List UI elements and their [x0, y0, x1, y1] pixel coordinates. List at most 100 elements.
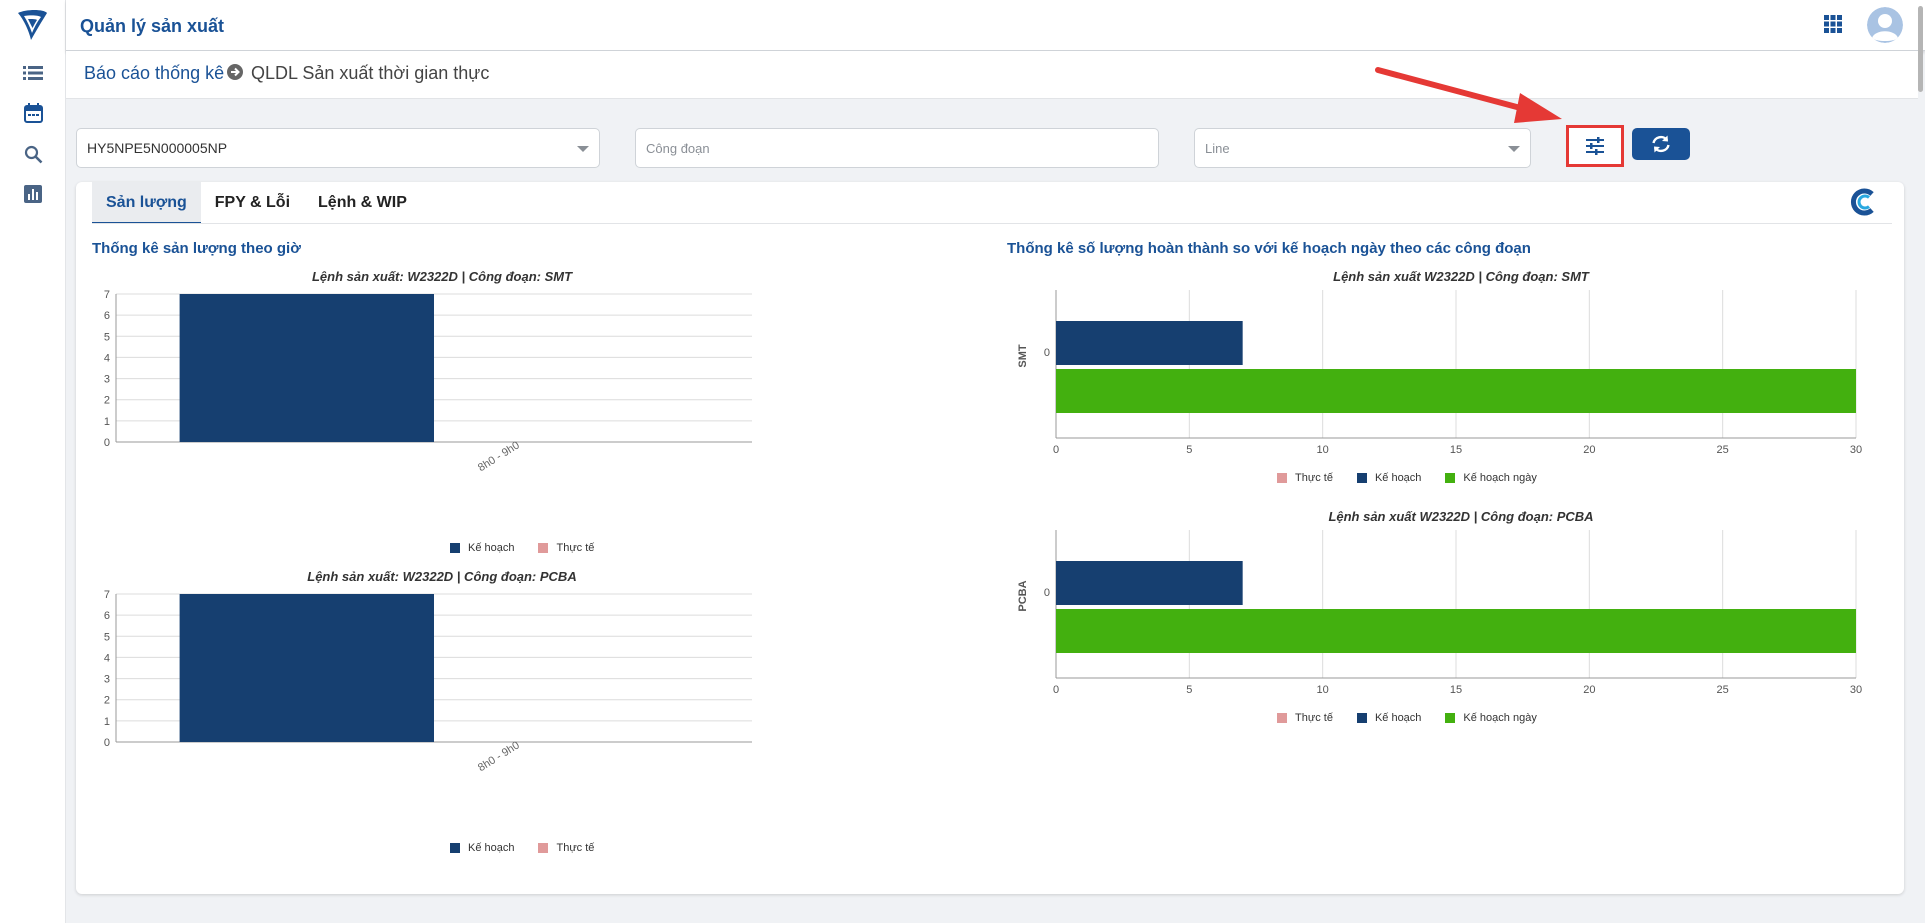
tab-lenh-wip[interactable]: Lệnh & WIP [304, 182, 421, 224]
legend-swatch [450, 843, 460, 853]
sidebar-list-button[interactable] [20, 60, 46, 86]
filter-settings-button[interactable] [1566, 125, 1624, 167]
legend-swatch [538, 543, 549, 553]
legend-label: Kế hoạch [468, 842, 515, 854]
x-tick-label: 25 [1717, 684, 1729, 696]
breadcrumb-current: QLDL Sản xuất thời gian thực [251, 63, 490, 83]
page-scrollbar[interactable] [1918, 6, 1923, 92]
calendar-icon [23, 103, 43, 123]
legend-item-actual[interactable]: Thực tế [1277, 472, 1333, 484]
legend-item-actual[interactable]: Thực tế [538, 842, 594, 854]
bar-daily-plan [1056, 369, 1856, 413]
breadcrumb-parent-link[interactable]: Báo cáo thống kê [84, 63, 224, 84]
sidebar-calendar-button[interactable] [20, 100, 46, 126]
bar-plan [1056, 321, 1243, 365]
x-tick-label: 10 [1317, 444, 1329, 456]
bar-plan [179, 294, 434, 442]
report-tabs: Sản lượng FPY & Lỗi Lệnh & WIP [92, 182, 421, 224]
company-logo [18, 10, 47, 40]
legend-item-daily-plan[interactable]: Kế hoạch ngày [1445, 472, 1537, 484]
legend-pcba-daily: Thực tế Kế hoạch Kế hoạch ngày [1277, 712, 1537, 724]
legend-swatch [1445, 713, 1456, 723]
bar-plan [1056, 561, 1243, 605]
chart-pcba-hourly: 0 1 2 3 4 5 6 7 [104, 589, 752, 748]
legend-swatch [1445, 473, 1456, 483]
y-tick-label: 2 [104, 395, 110, 407]
legend-label: Thực tế [556, 542, 595, 554]
legend-swatch [1356, 713, 1367, 723]
legend-label: Thực tế [556, 842, 595, 854]
chart-pcba-daily: 0 5 10 15 20 25 30 0 PCBA [1017, 530, 1862, 696]
bar-plan [179, 594, 434, 742]
breadcrumb: Báo cáo thống kê QLDL Sản xuất thời gian… [66, 51, 1918, 99]
legend-swatch [1277, 473, 1287, 483]
refresh-icon [1652, 135, 1670, 153]
x-tick-label: 30 [1850, 684, 1862, 696]
stage-select-placeholder: Công đoạn [646, 141, 710, 156]
y-tick-label: 2 [104, 695, 110, 707]
legend-label: Thực tế [1295, 712, 1333, 724]
x-tick-label: 15 [1450, 684, 1462, 696]
y-tick-label: 6 [104, 310, 110, 322]
legend-item-actual[interactable]: Thực tế [1277, 712, 1333, 724]
tab-san-luong[interactable]: Sản lượng [92, 182, 201, 224]
app-title: Quản lý sản xuất [80, 16, 225, 36]
y-tick-label: 0 [1044, 347, 1050, 359]
left-section-title: Thống kê sản lượng theo giờ [92, 240, 301, 257]
apps-grid-icon [1824, 15, 1842, 33]
refresh-button[interactable] [1632, 128, 1690, 160]
legend-item-plan[interactable]: Kế hoạch [1356, 472, 1421, 484]
sidebar-search-button[interactable] [20, 141, 46, 167]
x-tick-label: 0 [1053, 444, 1059, 456]
y-tick-label: 5 [104, 631, 110, 643]
arrow-right-circle-icon [227, 64, 243, 80]
legend-label: Kế hoạch [1374, 712, 1422, 724]
bar-daily-plan [1056, 609, 1856, 653]
chart-title-pcba-hourly: Lệnh sản xuất: W2322D | Công đoạn: PCBA [307, 569, 577, 584]
legend-item-plan[interactable]: Kế hoạch [450, 542, 514, 554]
legend-pcba-hourly: Kế hoạch Thực tế [450, 842, 594, 854]
legend-smt-hourly: Kế hoạch Thực tế [450, 542, 594, 554]
sliders-icon [1586, 137, 1604, 155]
legend-smt-daily: Thực tế Kế hoạch Kế hoạch ngày [1277, 472, 1537, 484]
brand-c-icon[interactable] [1850, 188, 1878, 216]
legend-label: Kế hoạch [468, 542, 515, 554]
user-avatar[interactable] [1867, 7, 1903, 43]
legend-item-actual[interactable]: Thực tế [538, 542, 594, 554]
chevron-down-icon [1508, 146, 1520, 152]
product-select[interactable]: HY5NPE5N000005NP [76, 128, 600, 168]
product-select-value: HY5NPE5N000005NP [87, 140, 228, 156]
legend-item-plan[interactable]: Kế hoạch [1356, 712, 1422, 724]
stage-select[interactable]: Công đoạn [635, 128, 1159, 168]
y-tick-label: 3 [104, 674, 110, 686]
y-tick-label: 5 [104, 331, 110, 343]
sidebar-report-button[interactable] [20, 181, 46, 207]
line-select[interactable]: Line [1194, 128, 1531, 168]
y-tick-label: 1 [104, 416, 110, 428]
legend-item-plan[interactable]: Kế hoạch [450, 842, 514, 854]
bar-chart-icon [24, 185, 42, 203]
legend-label: Kế hoạch ngày [1463, 712, 1537, 724]
x-tick-label: 20 [1583, 684, 1595, 696]
right-section-title: Thống kê số lượng hoàn thành so với kế h… [1007, 240, 1531, 257]
legend-swatch [538, 843, 549, 853]
x-tick-label: 25 [1717, 444, 1729, 456]
legend-swatch [450, 543, 460, 553]
legend-label: Thực tế [1295, 472, 1333, 484]
y-tick-label: 7 [104, 289, 110, 301]
chevron-down-icon [577, 146, 589, 152]
apps-menu-button[interactable] [1824, 15, 1846, 37]
y-tick-label: 7 [104, 589, 110, 601]
y-tick-label: 6 [104, 610, 110, 622]
y-axis-label: PCBA [1017, 580, 1029, 611]
x-tick-label: 0 [1053, 684, 1059, 696]
x-tick-label: 20 [1583, 444, 1595, 456]
legend-item-daily-plan[interactable]: Kế hoạch ngày [1445, 712, 1537, 724]
y-tick-label: 0 [104, 437, 110, 448]
x-tick-label: 30 [1850, 444, 1862, 456]
tab-fpy-loi[interactable]: FPY & Lỗi [201, 182, 304, 224]
user-icon [1867, 7, 1903, 43]
legend-swatch [1277, 713, 1287, 723]
annotation-arrow-icon [1375, 67, 1562, 123]
x-tick-label: 15 [1450, 444, 1462, 456]
